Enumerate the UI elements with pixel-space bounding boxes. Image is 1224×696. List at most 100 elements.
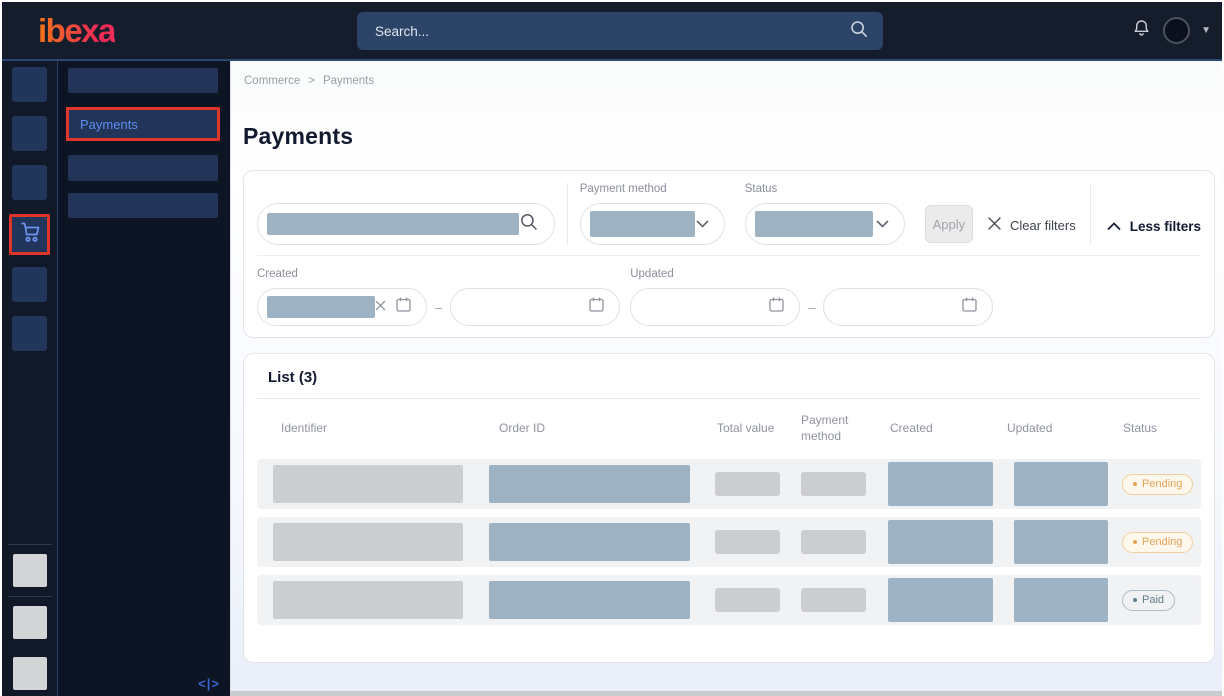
avatar[interactable]	[1163, 17, 1190, 44]
redacted-created	[888, 578, 993, 622]
cart-icon	[18, 221, 42, 249]
redacted-payment-method	[801, 530, 866, 554]
search-icon[interactable]	[520, 213, 538, 236]
status-badge: Pending	[1122, 532, 1193, 553]
chevron-up-icon	[1107, 219, 1121, 234]
redacted-total-value	[715, 588, 780, 612]
redacted-created	[888, 462, 993, 506]
redacted-value	[755, 211, 873, 237]
breadcrumb-commerce[interactable]: Commerce	[244, 75, 300, 87]
column-header-identifier: Identifier	[257, 421, 489, 437]
updated-label: Updated	[630, 268, 993, 284]
column-header-created: Created	[879, 421, 1004, 437]
list-card: List (3) Identifier Order ID Total value…	[243, 353, 1215, 663]
status-label: Status	[745, 183, 905, 199]
top-bar: ibexa ▼	[2, 2, 1222, 61]
close-icon	[987, 216, 1002, 234]
search-icon[interactable]	[850, 20, 868, 43]
clear-date-icon[interactable]	[375, 298, 386, 316]
calendar-icon[interactable]	[588, 296, 605, 318]
submenu-item-placeholder[interactable]	[68, 68, 218, 93]
app-window: ibexa ▼	[0, 0, 1224, 696]
sidebar-collapse-button[interactable]: <|>	[198, 676, 220, 691]
redacted-updated	[1014, 578, 1108, 622]
table-row[interactable]: Paid	[257, 575, 1201, 625]
horizontal-scrollbar[interactable]	[230, 691, 1222, 696]
search-input[interactable]	[375, 24, 850, 39]
updated-group: Updated –	[630, 268, 993, 326]
filters-row-2: Created	[257, 268, 1201, 326]
updated-range: –	[630, 288, 993, 326]
nav-item-placeholder[interactable]	[12, 67, 47, 102]
redacted-order-id	[489, 465, 690, 503]
body: Payments <|> Commerce > Payments Payment…	[2, 61, 1222, 696]
payment-method-select[interactable]	[580, 203, 725, 245]
rail-bottom-item[interactable]	[13, 554, 47, 587]
global-search[interactable]	[357, 12, 883, 50]
page-title: Payments	[243, 123, 1210, 150]
secondary-sidebar: Payments <|>	[57, 61, 230, 696]
nav-item-placeholder[interactable]	[12, 165, 47, 200]
table-row[interactable]: Pending	[257, 459, 1201, 509]
less-filters-button[interactable]: Less filters	[1107, 219, 1201, 234]
filters-row-1: Payment method Status	[257, 183, 1201, 245]
redacted-order-id	[489, 581, 690, 619]
rail-bottom-item[interactable]	[13, 657, 47, 690]
nav-item-placeholder[interactable]	[12, 116, 47, 151]
clear-filters-button[interactable]: Clear filters	[987, 216, 1076, 234]
status-badge: Paid	[1122, 590, 1175, 611]
redacted-order-id	[489, 523, 690, 561]
column-header-order-id: Order ID	[489, 421, 711, 437]
created-to-input[interactable]	[450, 288, 620, 326]
icon-sidebar-bottom	[2, 536, 57, 696]
rail-bottom-item[interactable]	[13, 606, 47, 639]
created-label: Created	[257, 268, 620, 284]
filters-card: Payment method Status	[243, 170, 1215, 338]
range-dash: –	[435, 300, 442, 315]
redacted-total-value	[715, 530, 780, 554]
calendar-icon[interactable]	[768, 296, 785, 318]
nav-item-placeholder[interactable]	[12, 316, 47, 351]
redacted-updated	[1014, 462, 1108, 506]
created-range: –	[257, 288, 620, 326]
bell-icon[interactable]	[1131, 17, 1152, 44]
logo[interactable]: ibexa	[38, 14, 115, 47]
range-dash: –	[808, 300, 815, 315]
payment-method-group: Payment method	[580, 183, 725, 245]
status-group: Status	[745, 183, 905, 245]
user-menu-caret-icon[interactable]: ▼	[1201, 26, 1211, 36]
filter-search-input[interactable]	[257, 203, 555, 245]
table-row[interactable]: Pending	[257, 517, 1201, 567]
column-header-total-value: Total value	[711, 421, 799, 437]
redacted-updated	[1014, 520, 1108, 564]
submenu-item-payments[interactable]: Payments	[66, 107, 220, 141]
created-from-input[interactable]	[257, 288, 427, 326]
breadcrumb: Commerce > Payments	[244, 75, 1210, 87]
submenu-item-placeholder[interactable]	[68, 193, 218, 218]
updated-to-input[interactable]	[823, 288, 993, 326]
redacted-created	[888, 520, 993, 564]
divider	[8, 596, 52, 597]
status-select[interactable]	[745, 203, 905, 245]
redacted-value	[590, 211, 695, 237]
nav-item-placeholder[interactable]	[12, 267, 47, 302]
calendar-icon[interactable]	[961, 296, 978, 318]
divider	[1090, 183, 1091, 245]
divider	[257, 255, 1201, 256]
divider	[8, 544, 52, 545]
top-bar-right: ▼	[1131, 2, 1211, 59]
updated-from-input[interactable]	[630, 288, 800, 326]
list-title: List (3)	[257, 363, 1201, 398]
calendar-icon[interactable]	[395, 296, 412, 318]
nav-item-commerce-active[interactable]	[9, 214, 50, 255]
column-header-payment-method: Payment method	[799, 413, 879, 444]
column-header-status: Status	[1114, 421, 1201, 437]
redacted-identifier	[273, 465, 463, 503]
apply-button[interactable]: Apply	[925, 205, 973, 243]
column-header-updated: Updated	[1004, 421, 1114, 437]
icon-sidebar	[2, 61, 57, 696]
redacted-identifier	[273, 581, 463, 619]
submenu-item-label: Payments	[69, 117, 138, 132]
submenu-item-placeholder[interactable]	[68, 155, 218, 181]
status-badge: Pending	[1122, 474, 1193, 495]
